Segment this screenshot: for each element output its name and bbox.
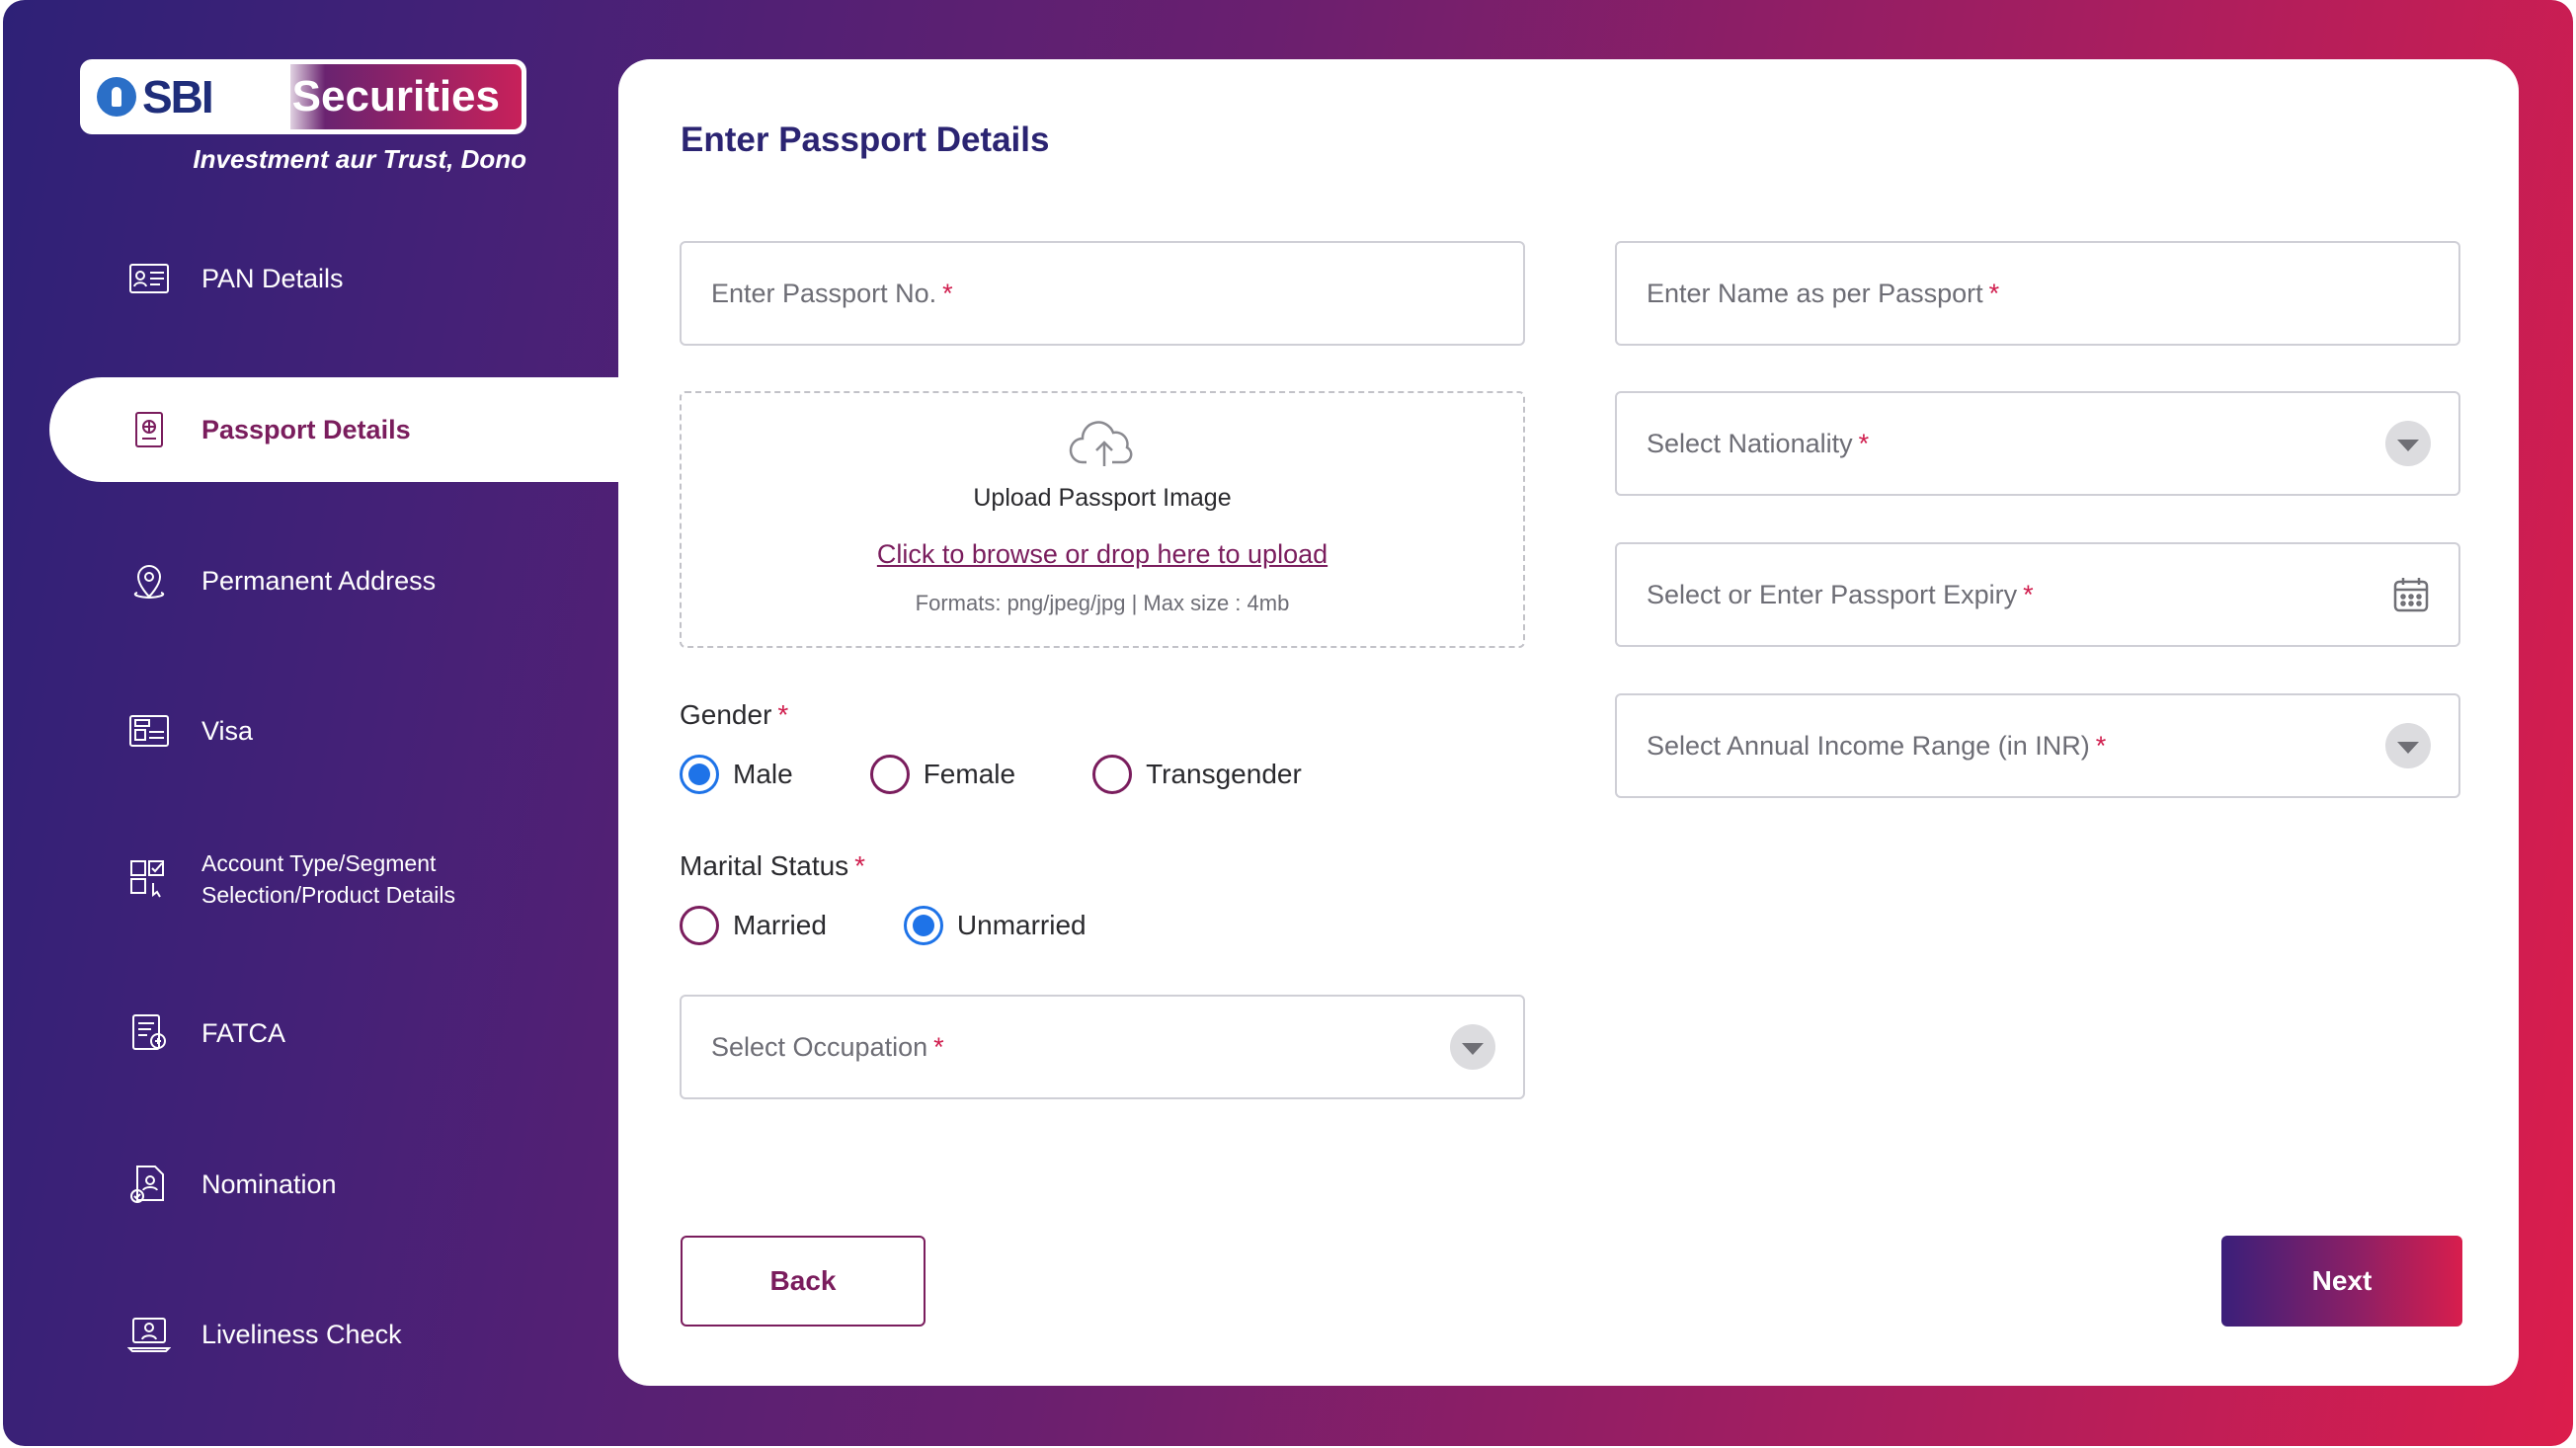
sidebar-item-label: Permanent Address: [201, 565, 437, 596]
chevron-down-icon[interactable]: [2385, 421, 2431, 466]
gender-option-female[interactable]: Female: [869, 755, 1016, 794]
marital-option-unmarried[interactable]: Unmarried: [903, 906, 1087, 945]
app-background: SBI Securities Investment aur Trust, Don…: [3, 0, 2573, 1446]
required-marker: *: [2023, 579, 2034, 609]
name-placeholder: Enter Name as per Passport: [1647, 278, 1983, 308]
nationality-placeholder: Select Nationality: [1647, 428, 1853, 458]
marital-status-radio-group: Married Unmarried: [680, 906, 1164, 945]
upload-title: Upload Passport Image: [973, 484, 1232, 512]
sidebar-item-account-type[interactable]: Account Type/Segment Selection/Product D…: [126, 849, 455, 909]
required-marker: *: [942, 278, 953, 308]
checklist-icon: [126, 856, 172, 902]
chevron-down-icon[interactable]: [2385, 723, 2431, 768]
radio-label: Transgender: [1146, 759, 1302, 789]
browse-upload-link[interactable]: Click to browse or drop here to upload: [682, 539, 1523, 570]
sidebar-item-permanent-address[interactable]: Permanent Address: [126, 551, 436, 610]
sidebar-item-liveliness-check[interactable]: Liveliness Check: [126, 1305, 402, 1364]
annual-income-select[interactable]: Select Annual Income Range (in INR) *: [1615, 693, 2460, 798]
logo-tagline: Investment aur Trust, Dono: [193, 144, 526, 174]
sidebar-item-fatca[interactable]: FATCA: [126, 1004, 285, 1063]
sidebar-item-passport-details[interactable]: Passport Details: [49, 377, 642, 482]
gender-radio-group: Male Female Transgender: [680, 755, 1379, 794]
occupation-select[interactable]: Select Occupation *: [680, 995, 1525, 1099]
marital-status-label: Marital Status *: [680, 850, 865, 882]
passport-upload-dropzone[interactable]: Upload Passport Image Click to browse or…: [680, 391, 1525, 648]
calendar-icon[interactable]: [2391, 575, 2431, 614]
chevron-down-icon[interactable]: [1450, 1024, 1495, 1070]
logo-sbi-text: SBI: [142, 71, 214, 122]
passport-icon: [126, 407, 172, 452]
gender-label: Gender *: [680, 699, 788, 731]
radio-button-checked[interactable]: [903, 906, 943, 945]
required-marker: *: [933, 1031, 944, 1062]
passport-form-card: Enter Passport Details Enter Passport No…: [618, 59, 2519, 1386]
required-marker: *: [1858, 428, 1870, 458]
nomination-document-icon: [126, 1162, 172, 1207]
required-marker: *: [2095, 730, 2107, 761]
visa-card-icon: [126, 708, 172, 754]
location-pin-icon: [126, 558, 172, 603]
radio-button[interactable]: [1092, 755, 1133, 794]
gender-option-male[interactable]: Male: [680, 755, 793, 794]
nationality-select[interactable]: Select Nationality *: [1615, 391, 2460, 496]
marital-option-married[interactable]: Married: [680, 906, 827, 945]
next-button[interactable]: Next: [2221, 1236, 2462, 1327]
expiry-placeholder: Select or Enter Passport Expiry: [1647, 579, 2018, 609]
sidebar-item-label: Nomination: [201, 1168, 337, 1199]
income-placeholder: Select Annual Income Range (in INR): [1647, 730, 2090, 761]
sbi-logo-icon: [97, 77, 136, 117]
radio-label: Unmarried: [956, 910, 1087, 940]
radio-button[interactable]: [869, 755, 910, 794]
laptop-user-icon: [126, 1312, 172, 1357]
sidebar-item-label: Account Type/Segment Selection/Product D…: [201, 847, 455, 911]
sidebar-item-label-line1: Account Type/Segment: [201, 850, 437, 876]
sidebar-item-label: FATCA: [201, 1017, 286, 1048]
sidebar-item-label: Visa: [201, 715, 254, 746]
required-marker: *: [777, 699, 789, 730]
sidebar-item-label: PAN Details: [201, 263, 344, 293]
radio-label: Female: [923, 759, 1016, 789]
sidebar-item-visa[interactable]: Visa: [126, 701, 253, 761]
sidebar-item-label: Liveliness Check: [201, 1319, 402, 1349]
page-title: Enter Passport Details: [681, 121, 1050, 159]
marital-status-label-text: Marital Status: [680, 850, 849, 881]
required-marker: *: [1988, 278, 2000, 308]
radio-button[interactable]: [680, 906, 719, 945]
back-button[interactable]: Back: [681, 1236, 926, 1327]
sidebar-item-label: Passport Details: [201, 414, 411, 444]
logo-securities-text: Securities: [291, 72, 500, 121]
tax-document-icon: [126, 1010, 172, 1056]
gender-option-transgender[interactable]: Transgender: [1092, 755, 1302, 794]
passport-number-placeholder: Enter Passport No.: [711, 278, 937, 308]
sidebar-item-pan-details[interactable]: PAN Details: [126, 249, 344, 308]
sidebar-item-nomination[interactable]: Nomination: [126, 1155, 337, 1214]
sbi-securities-logo: SBI Securities Investment aur Trust, Don…: [80, 59, 526, 175]
gender-label-text: Gender: [680, 699, 772, 730]
id-card-icon: [126, 256, 172, 301]
required-marker: *: [854, 850, 866, 881]
name-as-passport-input[interactable]: Enter Name as per Passport *: [1615, 241, 2460, 346]
passport-number-input[interactable]: Enter Passport No. *: [680, 241, 1525, 346]
occupation-placeholder: Select Occupation: [711, 1031, 928, 1062]
sidebar-item-label-line2: Selection/Product Details: [201, 882, 455, 908]
radio-label: Male: [733, 759, 793, 789]
radio-button-checked[interactable]: [680, 755, 719, 794]
radio-label: Married: [733, 910, 827, 940]
cloud-upload-icon: [1069, 421, 1133, 466]
passport-expiry-input[interactable]: Select or Enter Passport Expiry *: [1615, 542, 2460, 647]
upload-format-note: Formats: png/jpeg/jpg | Max size : 4mb: [915, 591, 1290, 615]
